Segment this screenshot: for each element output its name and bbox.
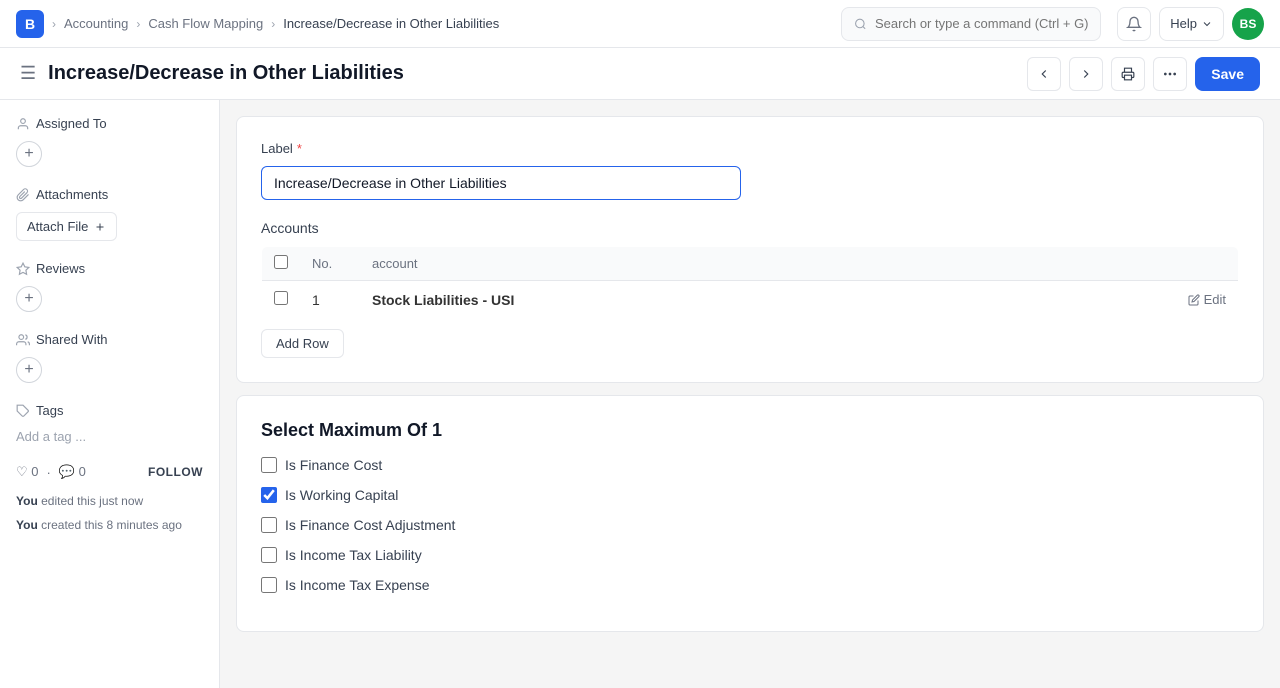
search-icon [854, 17, 867, 31]
option-label-is-finance-cost-adjustment: Is Finance Cost Adjustment [285, 517, 455, 533]
add-review-button[interactable]: + [16, 286, 42, 312]
col-header-no: No. [300, 247, 360, 281]
activity-item-1: You edited this just now [16, 492, 203, 510]
chevron-left-icon [1037, 67, 1051, 81]
page-title: Increase/Decrease in Other Liabilities [48, 62, 1015, 85]
star-icon [16, 262, 30, 276]
option-is-finance-cost-adjustment[interactable]: Is Finance Cost Adjustment [261, 517, 1239, 533]
save-button[interactable]: Save [1195, 57, 1260, 91]
chevron-right-icon [1079, 67, 1093, 81]
option-is-income-tax-expense[interactable]: Is Income Tax Expense [261, 577, 1239, 593]
shared-with-title: Shared With [16, 332, 203, 347]
top-navigation: B › Accounting › Cash Flow Mapping › Inc… [0, 0, 1280, 48]
ellipsis-icon [1162, 66, 1178, 82]
label-field-input[interactable] [261, 166, 741, 200]
select-all-checkbox[interactable] [274, 255, 288, 269]
next-button[interactable] [1069, 57, 1103, 91]
search-input[interactable] [875, 16, 1088, 31]
tag-icon [16, 404, 30, 418]
prev-button[interactable] [1027, 57, 1061, 91]
label-field-label-row: Label * [261, 141, 1239, 156]
likes-row: ♡ 0 · 💬 0 FOLLOW [16, 464, 203, 480]
search-bar[interactable] [841, 7, 1101, 41]
help-button[interactable]: Help [1159, 7, 1224, 41]
chevron-down-icon [1201, 18, 1213, 30]
like-button[interactable]: ♡ 0 [16, 464, 39, 480]
assigned-to-section: Assigned To + [16, 116, 203, 167]
col-header-checkbox [262, 247, 301, 281]
option-is-finance-cost[interactable]: Is Finance Cost [261, 457, 1239, 473]
option-label-is-finance-cost: Is Finance Cost [285, 457, 382, 473]
option-label-is-income-tax-liability: Is Income Tax Liability [285, 547, 422, 563]
sidebar: Assigned To + Attachments Attach File Re… [0, 100, 220, 688]
tags-section: Tags Add a tag ... [16, 403, 203, 444]
shared-with-section: Shared With + [16, 332, 203, 383]
add-row-button[interactable]: Add Row [261, 329, 344, 358]
col-header-account: account [360, 247, 1159, 281]
page-header: ☰ Increase/Decrease in Other Liabilities… [0, 48, 1280, 100]
add-shared-with-button[interactable]: + [16, 357, 42, 383]
sidebar-footer: ♡ 0 · 💬 0 FOLLOW You edited this just no… [16, 464, 203, 534]
avatar[interactable]: BS [1232, 8, 1264, 40]
attach-file-button[interactable]: Attach File [16, 212, 117, 241]
breadcrumb-sep-3: › [271, 17, 275, 31]
accounts-table: No. account 1 Stock Liabilities - USI [261, 246, 1239, 319]
add-tag-input[interactable]: Add a tag ... [16, 429, 86, 444]
bell-icon [1126, 16, 1142, 32]
notifications-button[interactable] [1117, 7, 1151, 41]
col-header-actions [1159, 247, 1239, 281]
paperclip-icon [16, 188, 30, 202]
breadcrumb-sep-2: › [136, 17, 140, 31]
required-indicator: * [297, 141, 302, 156]
reviews-title: Reviews [16, 261, 203, 276]
checkbox-is-income-tax-expense[interactable] [261, 577, 277, 593]
pencil-icon [1188, 294, 1200, 306]
option-label-is-working-capital: Is Working Capital [285, 487, 398, 503]
comments-button[interactable]: 💬 0 [59, 464, 86, 480]
table-row: 1 Stock Liabilities - USI Edit [262, 281, 1239, 319]
printer-icon [1121, 67, 1135, 81]
checkbox-is-finance-cost-adjustment[interactable] [261, 517, 277, 533]
main-layout: Assigned To + Attachments Attach File Re… [0, 100, 1280, 688]
option-label-is-income-tax-expense: Is Income Tax Expense [285, 577, 429, 593]
print-button[interactable] [1111, 57, 1145, 91]
label-accounts-card: Label * Accounts No. account [236, 116, 1264, 383]
plus-icon [94, 221, 106, 233]
more-options-button[interactable] [1153, 57, 1187, 91]
breadcrumb-sep-1: › [52, 17, 56, 31]
help-label: Help [1170, 16, 1197, 31]
row-account-cell: Stock Liabilities - USI [360, 281, 1159, 319]
menu-toggle-button[interactable]: ☰ [20, 63, 36, 84]
select-max-title: Select Maximum Of 1 [261, 420, 1239, 441]
checkbox-is-working-capital[interactable] [261, 487, 277, 503]
share-icon [16, 333, 30, 347]
breadcrumb-accounting[interactable]: Accounting [64, 16, 128, 31]
page-actions: Save [1027, 57, 1260, 91]
select-maximum-card: Select Maximum Of 1 Is Finance Cost Is W… [236, 395, 1264, 632]
breadcrumb-current: Increase/Decrease in Other Liabilities [283, 16, 499, 31]
person-icon [16, 117, 30, 131]
activity-item-2: You created this 8 minutes ago [16, 516, 203, 534]
edit-row-button[interactable]: Edit [1188, 292, 1226, 307]
breadcrumb-cash-flow[interactable]: Cash Flow Mapping [148, 16, 263, 31]
row-checkbox-cell [262, 281, 301, 319]
reviews-section: Reviews + [16, 261, 203, 312]
option-is-income-tax-liability[interactable]: Is Income Tax Liability [261, 547, 1239, 563]
main-content: Label * Accounts No. account [220, 100, 1280, 688]
row-edit-cell: Edit [1159, 281, 1239, 319]
assigned-to-title: Assigned To [16, 116, 203, 131]
row-no-cell: 1 [300, 281, 360, 319]
attachments-section: Attachments Attach File [16, 187, 203, 241]
checkbox-is-finance-cost[interactable] [261, 457, 277, 473]
row-checkbox[interactable] [274, 291, 288, 305]
add-assigned-to-button[interactable]: + [16, 141, 42, 167]
tags-title: Tags [16, 403, 203, 418]
app-logo[interactable]: B [16, 10, 44, 38]
accounts-section-label: Accounts [261, 220, 1239, 236]
attachments-title: Attachments [16, 187, 203, 202]
follow-button[interactable]: FOLLOW [148, 465, 203, 479]
topnav-actions: Help BS [1117, 7, 1264, 41]
option-is-working-capital[interactable]: Is Working Capital [261, 487, 1239, 503]
checkbox-is-income-tax-liability[interactable] [261, 547, 277, 563]
